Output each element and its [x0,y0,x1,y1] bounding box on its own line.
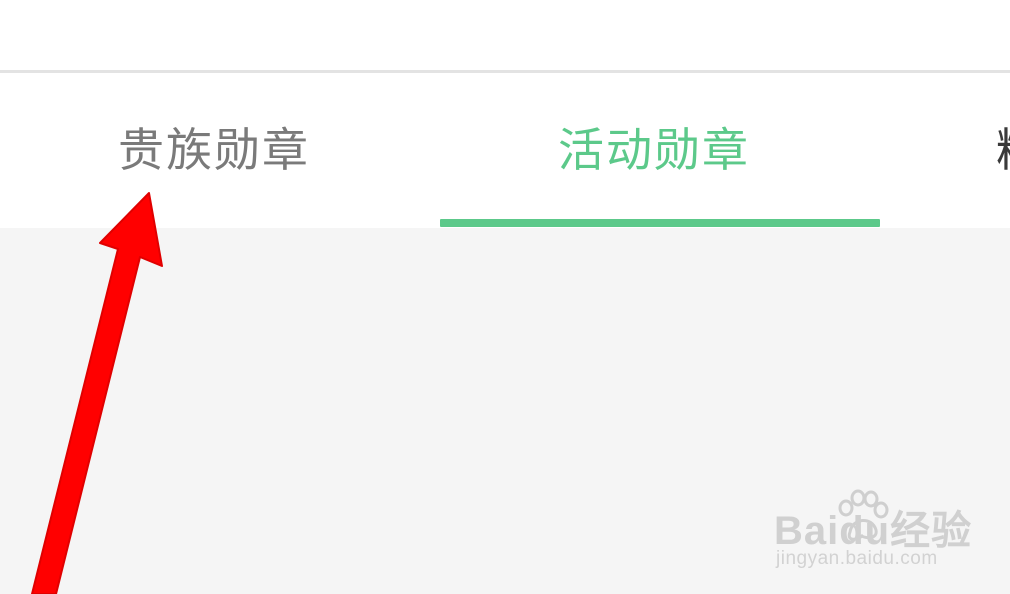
header-area [0,0,1010,70]
app-screen: 贵族勋章 活动勋章 精 Baidu经验 jingyan.baidu.com [0,0,1010,594]
tab-third-partial[interactable]: 精 [880,73,1010,228]
tab-event-medals-label: 活动勋章 [558,123,750,177]
medal-content-area [0,228,1010,594]
tab-third-label: 精 [996,120,1010,180]
medal-tab-bar: 贵族勋章 活动勋章 精 [0,73,1010,228]
tab-noble-medals[interactable]: 贵族勋章 [0,73,440,228]
active-tab-indicator [440,219,880,227]
tab-event-medals[interactable]: 活动勋章 [440,73,880,228]
tab-noble-medals-label: 贵族勋章 [118,123,310,177]
